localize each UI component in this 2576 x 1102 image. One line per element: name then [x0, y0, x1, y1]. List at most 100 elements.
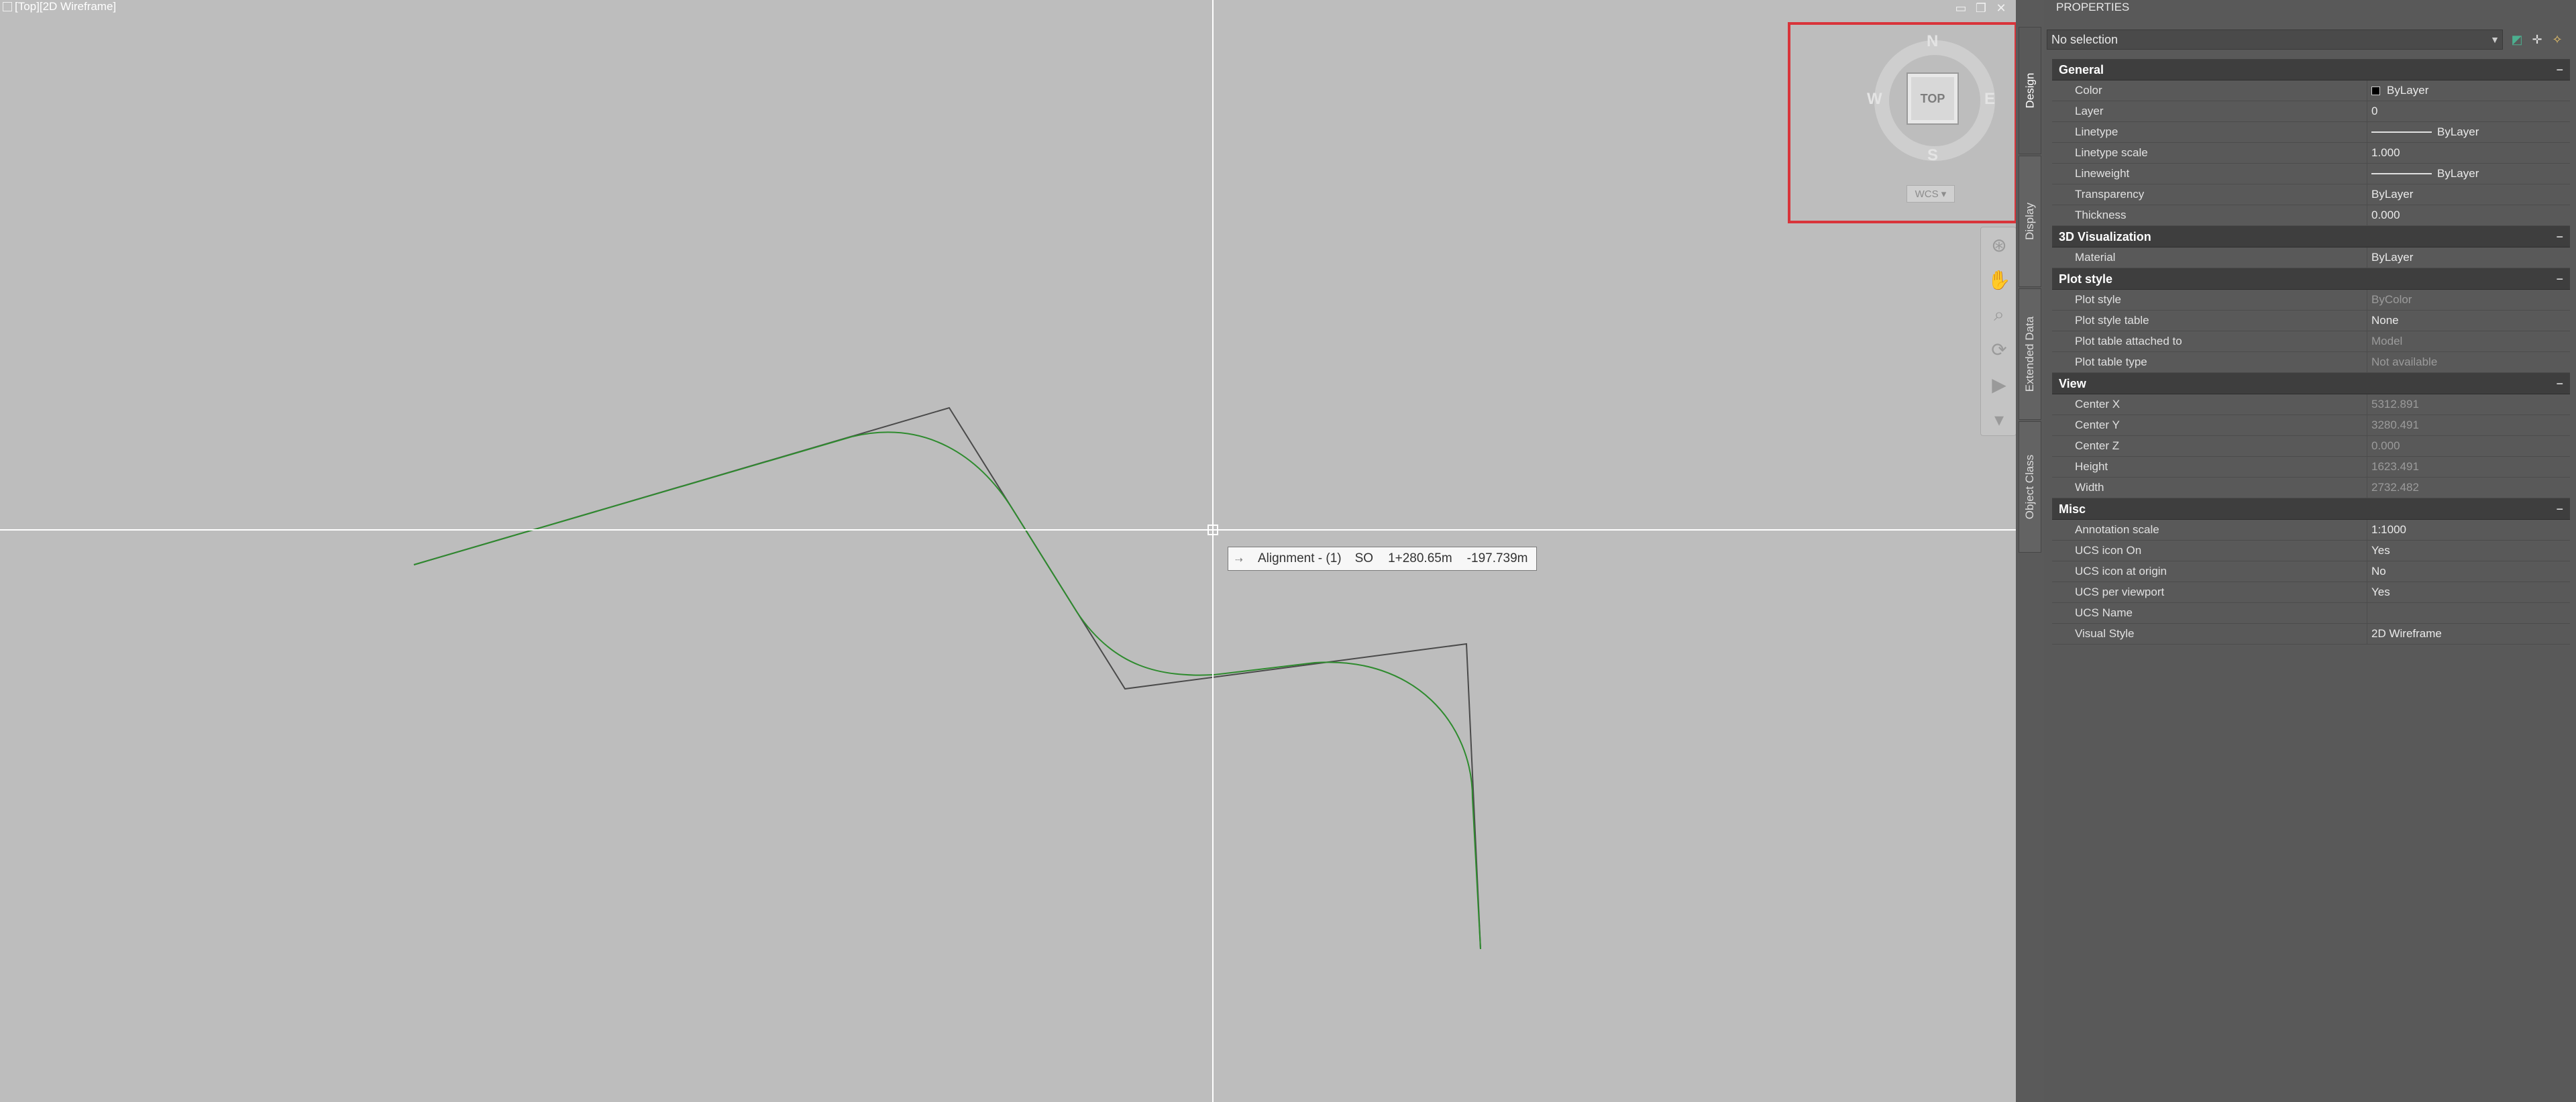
tab-design[interactable]: Design [2019, 27, 2041, 154]
tab-display-label: Display [2023, 203, 2036, 240]
prop-value: 1623.491 [2371, 460, 2419, 473]
prop-value: 1:1000 [2371, 523, 2406, 536]
prop-value: 2D Wireframe [2371, 627, 2442, 640]
prop-ucs-icon-at-origin[interactable]: UCS icon at origin No [2052, 561, 2570, 582]
palette-tab-strip: Design Display Extended Data Object Clas… [2016, 0, 2044, 1102]
prop-visual-style[interactable]: Visual Style 2D Wireframe [2052, 624, 2570, 645]
prop-value: 2732.482 [2371, 481, 2419, 494]
section-plot-style[interactable]: Plot style − [2052, 268, 2570, 290]
prop-value: 3280.491 [2371, 419, 2419, 431]
linetype-preview-icon [2371, 131, 2432, 133]
prop-value: Model [2371, 335, 2403, 347]
property-grid: General − Color ByLayer Layer 0 Linetype ByL… [2052, 59, 2570, 645]
prop-name: Center X [2052, 394, 2367, 415]
prop-name: Lineweight [2052, 164, 2367, 184]
select-objects-icon[interactable]: ✛ [2528, 31, 2546, 48]
prop-name: Material [2052, 247, 2367, 268]
alignment-tangent-lines [413, 406, 1481, 950]
steering-wheel-icon[interactable]: ⊛ [1981, 227, 2016, 262]
alignment-icon: ⇢ [1235, 554, 1243, 565]
alignment-path[interactable] [413, 431, 1481, 950]
section-misc[interactable]: Misc − [2052, 498, 2570, 520]
toggle-pickadd-icon[interactable]: ◩ [2508, 31, 2526, 48]
section-view[interactable]: View − [2052, 373, 2570, 394]
prop-layer[interactable]: Layer 0 [2052, 101, 2570, 122]
prop-thickness[interactable]: Thickness 0.000 [2052, 205, 2570, 226]
section-title: View [2059, 377, 2086, 390]
prop-value: Yes [2371, 586, 2390, 598]
prop-value: 5312.891 [2371, 398, 2419, 410]
prop-plot-style[interactable]: Plot style ByColor [2052, 290, 2570, 311]
lineweight-preview-icon [2371, 173, 2432, 174]
prop-value: ByLayer [2371, 251, 2414, 264]
prop-height[interactable]: Height 1623.491 [2052, 457, 2570, 478]
prop-lineweight[interactable]: Lineweight ByLayer [2052, 164, 2570, 184]
section-3d-visualization[interactable]: 3D Visualization − [2052, 226, 2570, 247]
collapse-icon[interactable]: − [2556, 498, 2563, 520]
section-title: General [2059, 63, 2104, 76]
showmotion-icon[interactable]: ▶ [1981, 367, 2016, 402]
prop-center-y[interactable]: Center Y 3280.491 [2052, 415, 2570, 436]
prop-value: ByLayer [2437, 125, 2479, 138]
alignment-tooltip: ⇢ Alignment - (1) SO 1+280.65m -197.739m [1228, 547, 1537, 571]
drawing-canvas[interactable] [0, 0, 2016, 1102]
prop-name: Visual Style [2052, 624, 2367, 644]
prop-name: UCS per viewport [2052, 582, 2367, 602]
prop-value: ByLayer [2437, 167, 2479, 180]
viewport-label[interactable]: [Top][2D Wireframe] [3, 0, 116, 13]
selection-dropdown[interactable]: No selection ▼ [2047, 30, 2503, 50]
prop-center-x[interactable]: Center X 5312.891 [2052, 394, 2570, 415]
collapse-icon[interactable]: − [2556, 59, 2563, 80]
collapse-icon[interactable]: − [2556, 268, 2563, 290]
prop-linetype[interactable]: Linetype ByLayer [2052, 122, 2570, 143]
prop-value [2367, 603, 2570, 623]
viewport-menu-icon[interactable] [3, 2, 12, 11]
prop-ucs-icon-on[interactable]: UCS icon On Yes [2052, 541, 2570, 561]
prop-value: 0.000 [2371, 209, 2400, 221]
prop-width[interactable]: Width 2732.482 [2052, 478, 2570, 498]
tab-object-class[interactable]: Object Class [2019, 421, 2041, 553]
prop-annotation-scale[interactable]: Annotation scale 1:1000 [2052, 520, 2570, 541]
prop-name: Linetype scale [2052, 143, 2367, 163]
orbit-icon[interactable]: ⟳ [1981, 332, 2016, 367]
navbar-menu-icon[interactable]: ▾ [1981, 402, 2016, 437]
prop-center-z[interactable]: Center Z 0.000 [2052, 436, 2570, 457]
pan-icon[interactable]: ✋ [1981, 262, 2016, 297]
zoom-icon[interactable]: ⌕ [1981, 297, 2016, 332]
viewport-label-text[interactable]: [Top][2D Wireframe] [15, 0, 116, 13]
prop-name: Center Y [2052, 415, 2367, 435]
prop-name: UCS icon On [2052, 541, 2367, 561]
prop-linetype-scale[interactable]: Linetype scale 1.000 [2052, 143, 2570, 164]
restore-icon[interactable]: ❐ [1974, 1, 1988, 15]
prop-name: Transparency [2052, 184, 2367, 205]
prop-plot-table-type[interactable]: Plot table type Not available [2052, 352, 2570, 373]
tab-design-label: Design [2023, 72, 2037, 109]
model-viewport[interactable]: [Top][2D Wireframe] ▭ ❐ ✕ ⇢ Alignment - … [0, 0, 2016, 1102]
prop-transparency[interactable]: Transparency ByLayer [2052, 184, 2570, 205]
tooltip-side: SO [1354, 551, 1374, 565]
tooltip-name: Alignment - (1) [1258, 551, 1342, 565]
quick-select-icon[interactable]: ✧ [2548, 31, 2566, 48]
prop-value: No [2371, 565, 2386, 577]
prop-name: Width [2052, 478, 2367, 498]
prop-name: UCS Name [2052, 603, 2367, 623]
tab-display[interactable]: Display [2019, 156, 2041, 287]
collapse-icon[interactable]: − [2556, 373, 2563, 394]
tooltip-offset: -197.739m [1466, 551, 1528, 565]
navigation-bar[interactable]: ⊛ ✋ ⌕ ⟳ ▶ ▾ [1980, 227, 2016, 436]
collapse-icon[interactable]: − [2556, 226, 2563, 247]
prop-name: Center Z [2052, 436, 2367, 456]
close-icon[interactable]: ✕ [1994, 1, 2008, 15]
tab-extended-data[interactable]: Extended Data [2019, 288, 2041, 420]
prop-ucs-name[interactable]: UCS Name [2052, 603, 2570, 624]
prop-value: 1.000 [2371, 146, 2400, 159]
prop-value: ByColor [2371, 293, 2412, 306]
section-general[interactable]: General − [2052, 59, 2570, 80]
prop-plot-style-table[interactable]: Plot style table None [2052, 311, 2570, 331]
prop-name: Plot table type [2052, 352, 2367, 372]
prop-material[interactable]: Material ByLayer [2052, 247, 2570, 268]
prop-ucs-per-viewport[interactable]: UCS per viewport Yes [2052, 582, 2570, 603]
prop-plot-table-attached[interactable]: Plot table attached to Model [2052, 331, 2570, 352]
prop-color[interactable]: Color ByLayer [2052, 80, 2570, 101]
minimize-icon[interactable]: ▭ [1953, 1, 1968, 15]
